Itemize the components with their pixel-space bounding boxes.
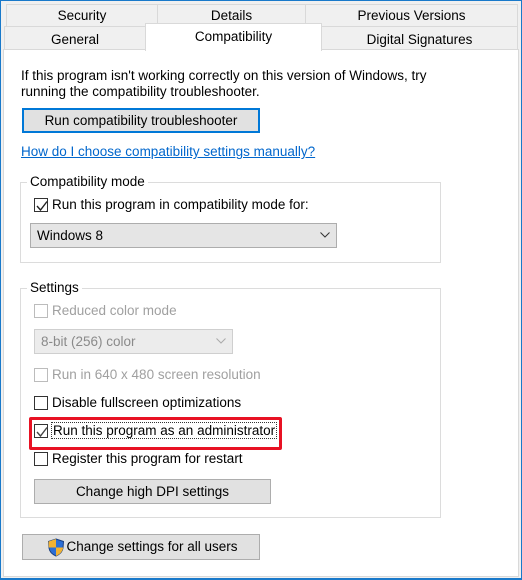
register-restart-checkbox[interactable] <box>34 452 48 466</box>
uac-shield-icon <box>47 538 65 557</box>
fullscreen-optimizations-checkbox[interactable] <box>34 396 48 410</box>
intro-text-line1: If this program isn't working correctly … <box>21 68 427 83</box>
checkmark-icon <box>36 427 48 438</box>
run-troubleshooter-button[interactable]: Run compatibility troubleshooter <box>22 108 260 133</box>
compatibility-mode-legend: Compatibility mode <box>27 174 148 189</box>
chevron-down-icon <box>320 232 330 238</box>
os-select[interactable]: Windows 8 <box>30 223 337 248</box>
compatibility-mode-label: Run this program in compatibility mode f… <box>52 197 309 212</box>
change-dpi-button[interactable]: Change high DPI settings <box>34 479 271 504</box>
color-depth-select[interactable]: 8-bit (256) color <box>34 329 233 354</box>
properties-window: Security Details Previous Versions Gener… <box>0 0 522 580</box>
intro-text-line2: running the compatibility troubleshooter… <box>21 84 260 99</box>
tab-previous-versions[interactable]: Previous Versions <box>305 4 518 27</box>
compatibility-mode-checkbox[interactable] <box>34 198 48 212</box>
register-restart-label: Register this program for restart <box>52 451 243 466</box>
run-as-admin-label: Run this program as an administrator <box>51 422 278 439</box>
change-all-users-label: Change settings for all users <box>66 539 238 554</box>
reduced-color-checkbox[interactable] <box>34 304 48 318</box>
tab-compatibility[interactable]: Compatibility <box>145 23 322 51</box>
help-link[interactable]: How do I choose compatibility settings m… <box>21 144 315 159</box>
fullscreen-optimizations-label: Disable fullscreen optimizations <box>52 395 242 410</box>
tab-digital-signatures[interactable]: Digital Signatures <box>321 26 518 50</box>
change-all-users-button[interactable]: Change settings for all users <box>22 534 260 560</box>
tab-security[interactable]: Security <box>6 4 158 27</box>
settings-legend: Settings <box>27 280 82 295</box>
run-as-admin-checkbox[interactable] <box>34 424 48 438</box>
res640-label: Run in 640 x 480 screen resolution <box>52 367 261 382</box>
tab-general[interactable]: General <box>4 26 146 50</box>
reduced-color-label: Reduced color mode <box>52 303 177 318</box>
checkmark-icon <box>36 201 48 212</box>
res640-checkbox[interactable] <box>34 368 48 382</box>
color-depth-value: 8-bit (256) color <box>41 334 136 349</box>
os-select-value: Windows 8 <box>37 228 104 243</box>
chevron-down-icon <box>216 338 226 344</box>
